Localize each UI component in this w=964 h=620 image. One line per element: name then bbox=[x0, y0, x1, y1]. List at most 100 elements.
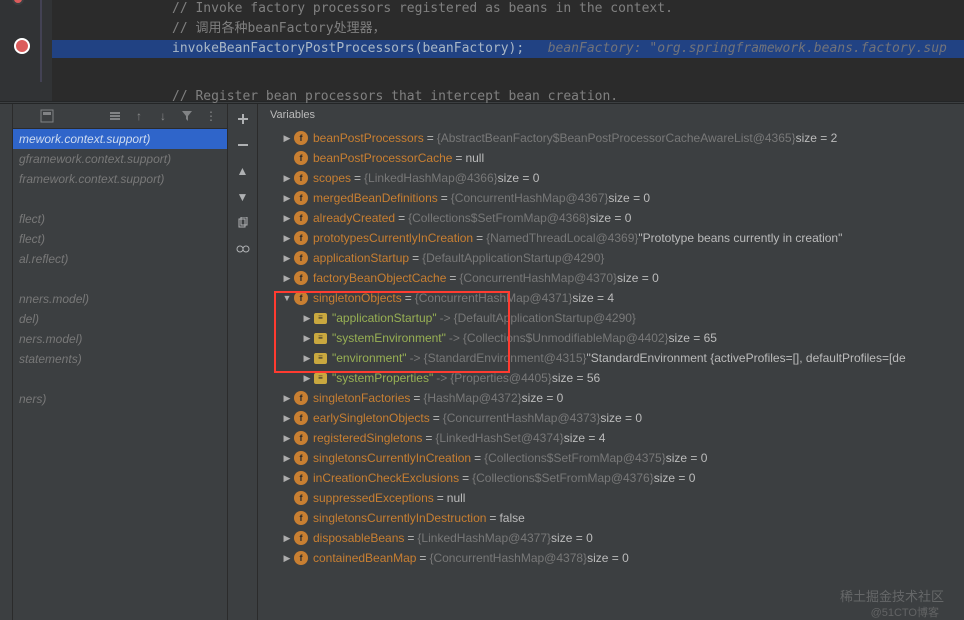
variable-name: singletonFactories bbox=[313, 388, 410, 408]
stack-frame[interactable]: al.reflect) bbox=[13, 249, 227, 269]
variable-node[interactable]: ▶fmergedBeanDefinitions = {ConcurrentHas… bbox=[258, 188, 964, 208]
size-hint: size = 2 bbox=[796, 128, 838, 148]
variables-tree[interactable]: ▶fbeanPostProcessors = {AbstractBeanFact… bbox=[258, 126, 964, 620]
variable-node[interactable]: fsuppressedExceptions = null bbox=[258, 488, 964, 508]
variable-node[interactable]: fbeanPostProcessorCache = null bbox=[258, 148, 964, 168]
variable-value: {ConcurrentHashMap@4367} bbox=[451, 188, 609, 208]
expand-arrow-icon[interactable]: ▶ bbox=[280, 168, 294, 188]
stack-frame[interactable] bbox=[13, 189, 227, 209]
expand-arrow-icon[interactable]: ▶ bbox=[300, 368, 314, 388]
variable-node[interactable]: ▶≡"environment"->{StandardEnvironment@43… bbox=[258, 348, 964, 368]
expand-arrow-icon[interactable]: ▶ bbox=[280, 208, 294, 228]
stack-frame[interactable]: flect) bbox=[13, 229, 227, 249]
frames-list[interactable]: mework.context.support)gframework.contex… bbox=[13, 129, 227, 620]
variable-node[interactable]: ▶≡"systemEnvironment"->{Collections$Unmo… bbox=[258, 328, 964, 348]
expand-arrow-icon[interactable]: ▶ bbox=[280, 128, 294, 148]
code-line[interactable]: // 调用各种beanFactory处理器， bbox=[52, 20, 964, 38]
down-button[interactable]: ▼ bbox=[232, 186, 254, 208]
arrow-down-icon[interactable]: ↓ bbox=[155, 108, 171, 124]
copy-icon[interactable] bbox=[232, 212, 254, 234]
string-value: "Prototype beans currently in creation" bbox=[638, 228, 842, 248]
variable-node[interactable]: ▶falreadyCreated = {Collections$SetFromM… bbox=[258, 208, 964, 228]
variable-name: beanPostProcessorCache bbox=[313, 148, 452, 168]
variable-node[interactable]: ▶fscopes = {LinkedHashMap@4366} size = 0 bbox=[258, 168, 964, 188]
expand-arrow-icon[interactable]: ▶ bbox=[280, 248, 294, 268]
debug-side-tabs[interactable] bbox=[0, 104, 13, 620]
map-entry-icon: ≡ bbox=[314, 353, 327, 364]
stack-frame[interactable]: gframework.context.support) bbox=[13, 149, 227, 169]
size-hint: size = 0 bbox=[590, 208, 632, 228]
code-line[interactable]: // Register bean processors that interce… bbox=[52, 88, 964, 106]
variable-name: registeredSingletons bbox=[313, 428, 422, 448]
variable-value: {Collections$UnmodifiableMap@4402} bbox=[463, 328, 669, 348]
stack-frame[interactable] bbox=[13, 409, 227, 429]
stack-frame[interactable]: del) bbox=[13, 309, 227, 329]
variable-node[interactable]: fsingletonsCurrentlyInDestruction = fals… bbox=[258, 508, 964, 528]
expand-arrow-icon[interactable]: ▶ bbox=[300, 328, 314, 348]
expand-arrow-icon[interactable]: ▶ bbox=[300, 348, 314, 368]
variable-node[interactable]: ▶≡"systemProperties"->{Properties@4405} … bbox=[258, 368, 964, 388]
frames-toolbar: ↑ ↓ ⋮ bbox=[13, 104, 227, 129]
variable-node[interactable]: ▶finCreationCheckExclusions = {Collectio… bbox=[258, 468, 964, 488]
breakpoint-active-icon[interactable] bbox=[14, 38, 30, 54]
expand-arrow-icon[interactable]: ▶ bbox=[280, 548, 294, 568]
expand-arrow-icon[interactable]: ▶ bbox=[280, 188, 294, 208]
variable-node[interactable]: ▶fcontainedBeanMap = {ConcurrentHashMap@… bbox=[258, 548, 964, 568]
variable-value: {DefaultApplicationStartup@4290} bbox=[454, 308, 636, 328]
stack-frame[interactable] bbox=[13, 369, 227, 389]
expand-arrow-icon[interactable]: ▼ bbox=[280, 288, 294, 308]
variable-node[interactable]: ▶fearlySingletonObjects = {ConcurrentHas… bbox=[258, 408, 964, 428]
expand-arrow-icon[interactable]: ▶ bbox=[280, 528, 294, 548]
expand-arrow-icon[interactable]: ▶ bbox=[280, 448, 294, 468]
variable-name: disposableBeans bbox=[313, 528, 404, 548]
code-line-active[interactable]: invokeBeanFactoryPostProcessors(beanFact… bbox=[52, 40, 964, 58]
expand-arrow-icon[interactable]: ▶ bbox=[280, 228, 294, 248]
expand-arrow-icon[interactable]: ▶ bbox=[300, 308, 314, 328]
variable-name: scopes bbox=[313, 168, 351, 188]
expand-arrow-icon[interactable]: ▶ bbox=[280, 468, 294, 488]
filter-icon[interactable] bbox=[179, 108, 195, 124]
map-key: "systemProperties" bbox=[332, 368, 433, 388]
variable-name: inCreationCheckExclusions bbox=[313, 468, 459, 488]
stack-frame[interactable] bbox=[13, 269, 227, 289]
variable-node[interactable]: ▶fregisteredSingletons = {LinkedHashSet@… bbox=[258, 428, 964, 448]
field-icon: f bbox=[294, 251, 308, 265]
glasses-icon[interactable] bbox=[232, 238, 254, 260]
variable-node[interactable]: ▶fsingletonsCurrentlyInCreation = {Colle… bbox=[258, 448, 964, 468]
expand-arrow-icon[interactable]: ▶ bbox=[280, 388, 294, 408]
variable-node[interactable]: ▶≡"applicationStartup"->{DefaultApplicat… bbox=[258, 308, 964, 328]
editor-area[interactable]: // Invoke factory processors registered … bbox=[0, 0, 964, 101]
expand-arrow-icon[interactable]: ▶ bbox=[280, 408, 294, 428]
calculator-icon[interactable] bbox=[39, 108, 55, 124]
variable-name: alreadyCreated bbox=[313, 208, 395, 228]
variable-node[interactable]: ▼fsingletonObjects = {ConcurrentHashMap@… bbox=[258, 288, 964, 308]
variable-node[interactable]: ▶fdisposableBeans = {LinkedHashMap@4377}… bbox=[258, 528, 964, 548]
stack-frame[interactable]: flect) bbox=[13, 209, 227, 229]
stack-frame[interactable]: ners.model) bbox=[13, 329, 227, 349]
stack-frame[interactable]: statements) bbox=[13, 349, 227, 369]
field-icon: f bbox=[294, 511, 308, 525]
variable-name: suppressedExceptions bbox=[313, 488, 434, 508]
breakpoint-marker[interactable] bbox=[14, 0, 22, 3]
variable-node[interactable]: ▶ffactoryBeanObjectCache = {ConcurrentHa… bbox=[258, 268, 964, 288]
stack-frame[interactable]: framework.context.support) bbox=[13, 169, 227, 189]
arrow-up-icon[interactable]: ↑ bbox=[131, 108, 147, 124]
stack-frame[interactable]: nners.model) bbox=[13, 289, 227, 309]
expand-arrow-icon[interactable]: ▶ bbox=[280, 428, 294, 448]
expand-arrow-icon[interactable]: ▶ bbox=[280, 268, 294, 288]
field-icon: f bbox=[294, 151, 308, 165]
variable-node[interactable]: ▶fprototypesCurrentlyInCreation = {Named… bbox=[258, 228, 964, 248]
variable-name: prototypesCurrentlyInCreation bbox=[313, 228, 473, 248]
code-line[interactable]: // Invoke factory processors registered … bbox=[52, 0, 964, 18]
frames-pane: ↑ ↓ ⋮ mework.context.support)gframework.… bbox=[13, 104, 228, 620]
variable-node[interactable]: ▶fsingletonFactories = {HashMap@4372} si… bbox=[258, 388, 964, 408]
remove-watch-button[interactable] bbox=[232, 134, 254, 156]
up-button[interactable]: ▲ bbox=[232, 160, 254, 182]
stack-frame[interactable]: ners) bbox=[13, 389, 227, 409]
list-icon[interactable] bbox=[107, 108, 123, 124]
variable-node[interactable]: ▶fapplicationStartup = {DefaultApplicati… bbox=[258, 248, 964, 268]
more-icon[interactable]: ⋮ bbox=[203, 108, 219, 124]
variable-node[interactable]: ▶fbeanPostProcessors = {AbstractBeanFact… bbox=[258, 128, 964, 148]
add-watch-button[interactable] bbox=[232, 108, 254, 130]
stack-frame[interactable]: mework.context.support) bbox=[13, 129, 227, 149]
